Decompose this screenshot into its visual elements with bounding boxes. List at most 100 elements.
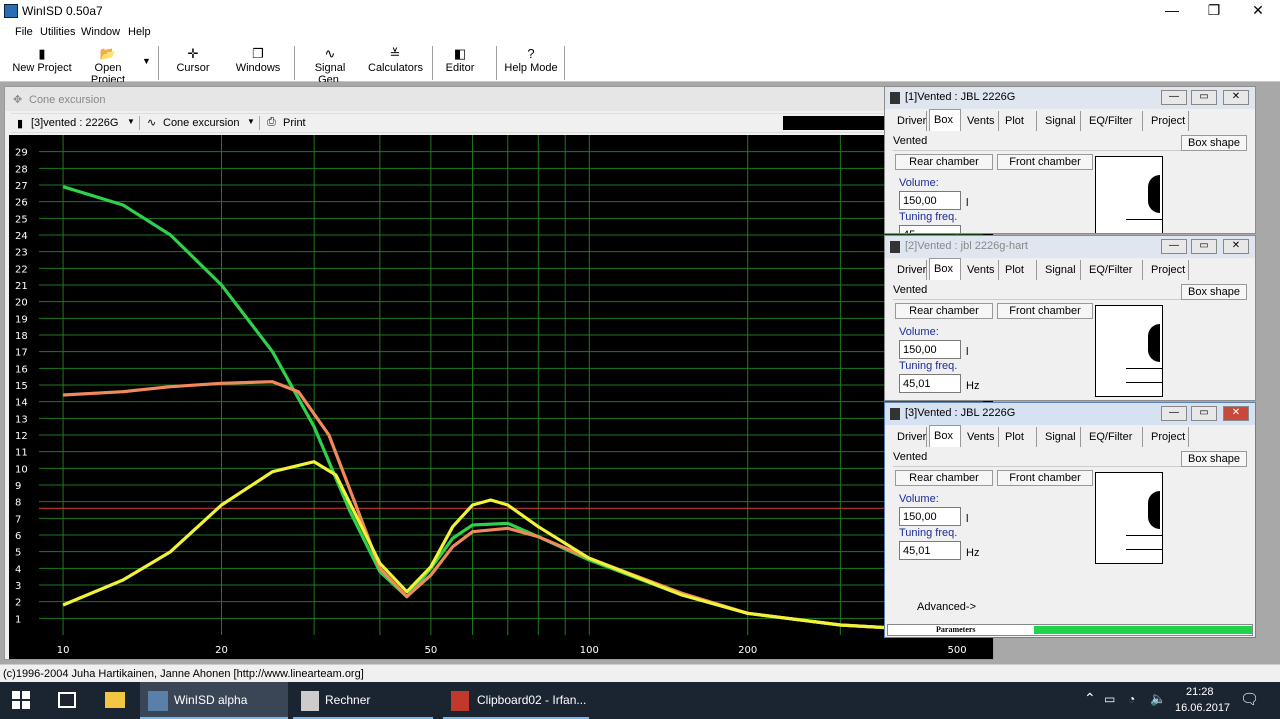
tab-eqfilter[interactable]: EQ/Filter (1085, 260, 1143, 280)
tab-driver[interactable]: Driver (893, 427, 927, 447)
tab-plot[interactable]: Plot (1001, 111, 1037, 131)
signal-gen-button[interactable]: ∿ Signal Gen. (302, 46, 358, 86)
project-select[interactable]: [3]vented : 2226G (31, 117, 118, 129)
tuning-freq-unit: Hz (966, 380, 980, 392)
speaker-icon (1148, 324, 1160, 362)
taskbar-app-irfanview[interactable]: Clipboard02 - Irfan... (443, 682, 589, 719)
open-project-button[interactable]: 📂 Open Project (76, 46, 140, 86)
y-tick-label: 24 (15, 231, 28, 242)
menu-utilities[interactable]: Utilities (40, 26, 75, 38)
volume-icon[interactable]: 🔈 (1150, 691, 1166, 707)
close-button[interactable]: ✕ (1223, 406, 1249, 421)
box-shape-button[interactable]: Box shape (1181, 135, 1247, 151)
advanced-link[interactable]: Advanced-> (917, 601, 976, 613)
minimize-button[interactable]: — (1161, 406, 1187, 421)
chevron-up-icon[interactable]: ⌃ (1084, 690, 1096, 707)
y-tick-label: 1 (15, 614, 21, 625)
start-icon[interactable] (12, 691, 30, 709)
box-shape-button[interactable]: Box shape (1181, 451, 1247, 467)
plot-window-titlebar (5, 87, 993, 111)
tab-project[interactable]: Project (1147, 111, 1189, 131)
new-project-button[interactable]: ▮ New Project (12, 46, 72, 80)
taskbar: WinISD alpha Rechner Clipboard02 - Irfan… (0, 682, 1280, 719)
volume-input[interactable]: 150,00 (899, 191, 961, 210)
tab-vents[interactable]: Vents (963, 111, 999, 131)
front-chamber-tab[interactable]: Front chamber (997, 154, 1093, 170)
taskbar-app-rechner[interactable]: Rechner (293, 682, 433, 719)
rear-chamber-tab[interactable]: Rear chamber (895, 303, 993, 319)
tuning-freq-input[interactable]: 45,01 (899, 374, 961, 393)
box-type-select[interactable]: Vented (893, 284, 1181, 300)
rear-chamber-tab[interactable]: Rear chamber (895, 470, 993, 486)
battery-icon[interactable]: ▭ (1104, 692, 1115, 706)
close-button[interactable]: ✕ (1236, 0, 1280, 22)
chevron-down-icon[interactable]: ▼ (142, 56, 151, 66)
front-chamber-tab[interactable]: Front chamber (997, 303, 1093, 319)
menu-help[interactable]: Help (128, 26, 151, 38)
front-chamber-tab[interactable]: Front chamber (997, 470, 1093, 486)
chart-area: 1 2 3 4 5 6 7 8 9 10 11 12 13 14 15 16 17 18 19 20 21 22 23 24 2… (9, 135, 993, 659)
y-tick-label: 28 (15, 164, 28, 175)
close-button[interactable]: ✕ (1223, 239, 1249, 254)
clock-time[interactable]: 21:28 (1186, 686, 1214, 698)
plot-type-select[interactable]: Cone excursion (163, 117, 239, 129)
tab-vents[interactable]: Vents (963, 427, 999, 447)
clock-date[interactable]: 16.06.2017 (1175, 702, 1230, 714)
help-mode-button[interactable]: ? Help Mode (504, 46, 558, 80)
x-tick-label: 100 (580, 645, 599, 656)
cursor-button[interactable]: ✛ Cursor (170, 46, 216, 80)
tab-project[interactable]: Project (1147, 427, 1189, 447)
menu-window[interactable]: Window (81, 26, 120, 38)
minimize-button[interactable]: — (1161, 90, 1187, 105)
calculators-button[interactable]: ≚ Calculators (368, 46, 423, 80)
minimize-button[interactable]: — (1150, 0, 1194, 22)
tuning-freq-input[interactable]: 45 (899, 225, 961, 233)
windows-button[interactable]: ❐ Windows (234, 46, 282, 80)
tab-box[interactable]: Box (929, 258, 961, 280)
box-type-select[interactable]: Vented (893, 135, 1181, 151)
close-button[interactable]: ✕ (1223, 90, 1249, 105)
restore-button[interactable]: ▭ (1191, 406, 1217, 421)
tab-project[interactable]: Project (1147, 260, 1189, 280)
tab-vents[interactable]: Vents (963, 260, 999, 280)
move-icon: ✥ (13, 94, 23, 106)
y-tick-label: 7 (15, 514, 21, 525)
y-tick-label: 21 (15, 281, 28, 292)
editor-button[interactable]: ◧ Editor (442, 46, 478, 80)
tab-signal[interactable]: Signal (1041, 260, 1081, 280)
notification-icon[interactable]: 🗨 (1240, 690, 1259, 708)
box-diagram (1095, 472, 1163, 564)
menu-file[interactable]: File (15, 26, 33, 38)
printer-icon: ⎙ (267, 116, 276, 128)
taskbar-app-winisd[interactable]: WinISD alpha (140, 682, 288, 719)
tab-box[interactable]: Box (929, 425, 961, 447)
network-icon[interactable]: ◔ (1128, 692, 1135, 706)
tab-driver[interactable]: Driver (893, 260, 927, 280)
tab-box[interactable]: Box (929, 109, 961, 131)
volume-input[interactable]: 150,00 (899, 507, 961, 526)
tab-signal[interactable]: Signal (1041, 111, 1081, 131)
tab-eqfilter[interactable]: EQ/Filter (1085, 111, 1143, 131)
tab-plot[interactable]: Plot (1001, 260, 1037, 280)
chevron-down-icon[interactable]: ▼ (127, 117, 135, 126)
tab-plot[interactable]: Plot (1001, 427, 1037, 447)
volume-input[interactable]: 150,00 (899, 340, 961, 359)
restore-button[interactable]: ▭ (1191, 239, 1217, 254)
file-explorer-icon[interactable] (105, 692, 125, 708)
tab-signal[interactable]: Signal (1041, 427, 1081, 447)
box-type-select[interactable]: Vented (893, 451, 1181, 467)
tab-eqfilter[interactable]: EQ/Filter (1085, 427, 1143, 447)
print-button[interactable]: Print (283, 117, 306, 129)
plot-window: ✥ Cone excursion ▮ [3]vented : 2226G ▼ ∿… (4, 86, 994, 660)
chevron-down-icon[interactable]: ▼ (247, 117, 255, 126)
minimize-button[interactable]: — (1161, 239, 1187, 254)
rear-chamber-tab[interactable]: Rear chamber (895, 154, 993, 170)
maximize-button[interactable]: ❐ (1192, 0, 1236, 22)
restore-button[interactable]: ▭ (1191, 90, 1217, 105)
tuning-freq-input[interactable]: 45,01 (899, 541, 961, 560)
tab-driver[interactable]: Driver (893, 111, 927, 131)
volume-label: Volume: (899, 493, 939, 505)
box-shape-button[interactable]: Box shape (1181, 284, 1247, 300)
task-view-icon[interactable] (58, 692, 76, 708)
series-line-1 (62, 185, 958, 634)
